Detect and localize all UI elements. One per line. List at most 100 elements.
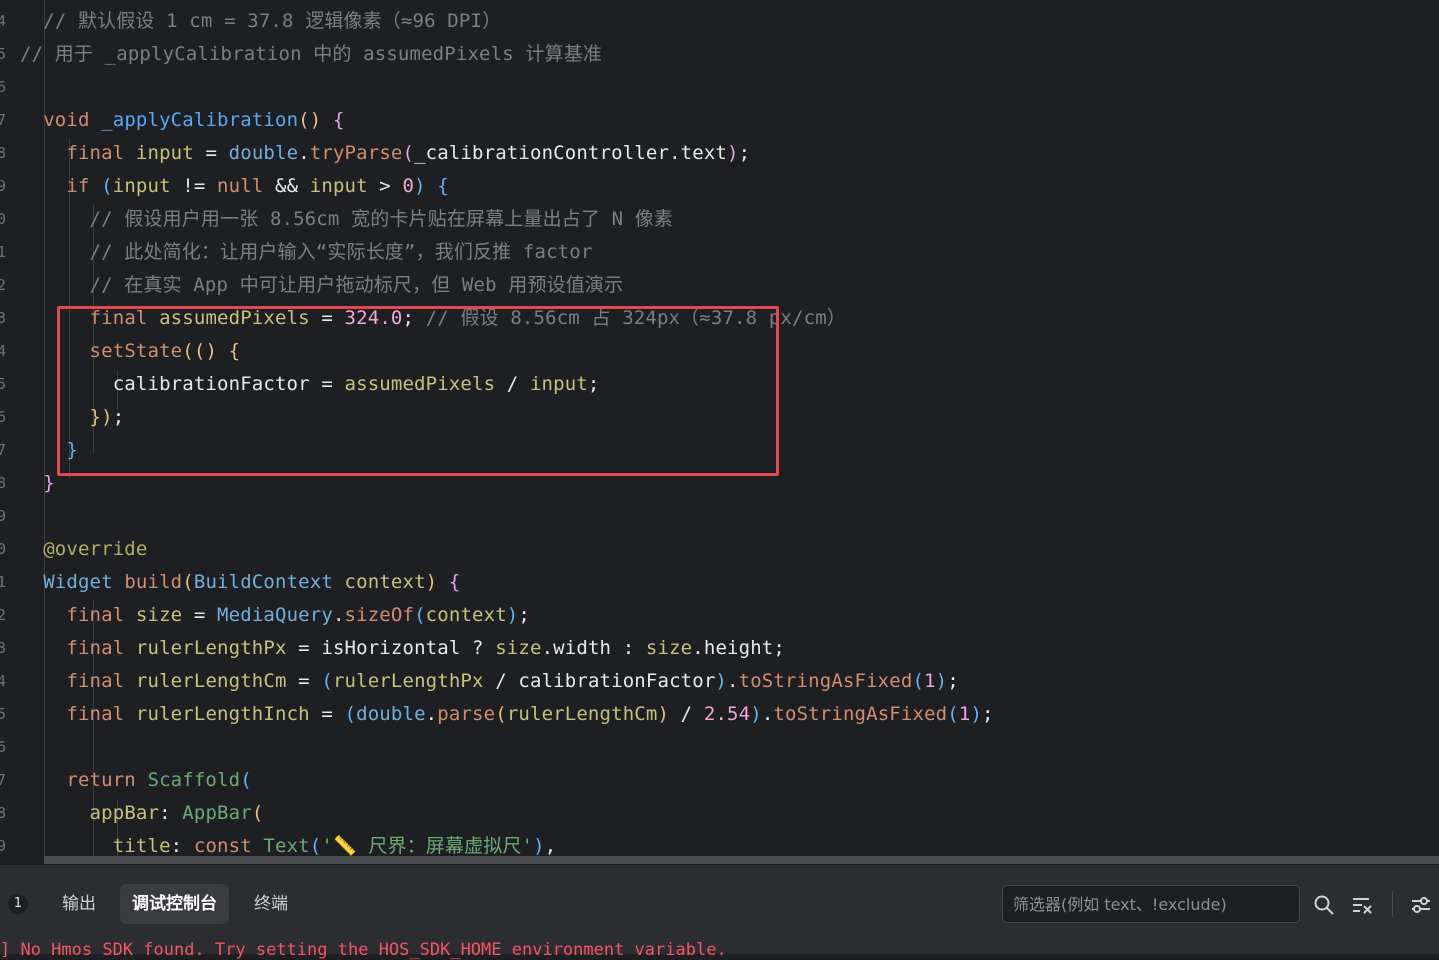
code-token: > <box>367 175 403 197</box>
code-line[interactable]: }); <box>20 401 125 434</box>
tab-output[interactable]: 输出 <box>50 884 108 924</box>
code-line[interactable]: final rulerLengthInch = (double.parse(ru… <box>20 698 994 731</box>
code-token: ; <box>738 142 751 164</box>
code-line[interactable]: title: const Text('📏 尺界：屏幕虚拟尺'), <box>20 830 556 856</box>
line-number: 1 <box>0 573 6 591</box>
code-editor[interactable]: 4 5 6 7 8 9 0 1 2 3 4 5 6 7 8 9 0 1 2 3 4 5 6 7 8 9 // 默认假设 1 cm … <box>0 0 1439 856</box>
code-line[interactable]: void _applyCalibration() { <box>20 104 345 137</box>
problems-count-badge[interactable]: 1 <box>8 894 28 914</box>
code-token: ( <box>309 835 322 856</box>
code-token: build <box>124 571 183 593</box>
code-token: ; <box>402 307 426 329</box>
line-number: 7 <box>0 771 6 789</box>
code-token: rulerLengthCm <box>135 670 287 692</box>
code-token: = <box>309 373 345 395</box>
code-line[interactable]: final input = double.tryParse(_calibrati… <box>20 137 750 170</box>
code-line[interactable]: Widget build(BuildContext context) { <box>20 566 460 599</box>
code-line[interactable]: // 假设用户用一张 8.56cm 宽的卡片贴在屏幕上量出占了 N 像素 <box>20 203 673 236</box>
line-number: 6 <box>0 78 6 96</box>
search-icon[interactable] <box>1313 894 1335 916</box>
code-token: calibrationFactor <box>112 373 310 395</box>
line-number: 8 <box>0 474 6 492</box>
code-token: // 此处简化：让用户输入“实际长度”，我们反推 factor <box>20 241 593 263</box>
code-token: = <box>193 142 229 164</box>
clear-filter-icon[interactable] <box>1351 894 1373 916</box>
code-line[interactable]: // 用于 _applyCalibration 中的 assumedPixels… <box>20 38 602 71</box>
code-token: double <box>228 142 299 164</box>
code-token: } <box>43 472 55 494</box>
code-token: final <box>66 670 136 692</box>
line-number: 0 <box>0 540 6 558</box>
code-token: _calibrationController <box>414 142 670 164</box>
code-token: sizeOf <box>344 604 415 626</box>
code-line[interactable]: if (input != null && input > 0) { <box>20 170 449 203</box>
code-line[interactable]: } <box>20 434 78 467</box>
code-line[interactable]: @override <box>20 533 148 566</box>
code-token: ) <box>750 703 762 725</box>
code-line[interactable]: } <box>20 467 55 500</box>
code-token: text <box>680 142 728 164</box>
code-line[interactable]: final rulerLengthCm = (rulerLengthPx / c… <box>20 665 959 698</box>
code-line[interactable]: setState(() { <box>20 335 241 368</box>
code-token: / <box>483 670 519 692</box>
code-token: ) <box>657 703 670 725</box>
code-token: final <box>66 142 136 164</box>
line-number: 7 <box>0 441 6 459</box>
line-number: 7 <box>0 111 6 129</box>
code-line[interactable]: // 此处简化：让用户输入“实际长度”，我们反推 factor <box>20 236 593 269</box>
code-line[interactable]: final size = MediaQuery.sizeOf(context); <box>20 599 530 632</box>
code-token: final <box>66 703 136 725</box>
code-token: size <box>645 637 693 659</box>
code-line[interactable]: // 在真实 App 中可让用户拖动标尺，但 Web 用预设值演示 <box>20 269 624 302</box>
line-number: 4 <box>0 12 6 30</box>
line-number: 2 <box>0 276 6 294</box>
code-token: = <box>309 307 345 329</box>
code-token: ( <box>251 802 264 824</box>
code-token: ; <box>112 406 125 428</box>
code-line[interactable]: // 默认假设 1 cm = 37.8 逻辑像素（≈96 DPI） <box>20 5 501 38</box>
code-token: : <box>170 835 194 856</box>
filter-input[interactable] <box>1002 885 1300 923</box>
code-token: toStringAsFixed <box>738 670 913 692</box>
code-token: : <box>159 802 183 824</box>
code-token: context <box>425 604 507 626</box>
tab-debug-console[interactable]: 调试控制台 <box>120 884 229 924</box>
tab-terminal[interactable]: 终端 <box>242 884 300 924</box>
code-token: ( <box>402 142 415 164</box>
code-token: && <box>263 175 310 197</box>
horizontal-scrollbar[interactable] <box>44 856 1439 864</box>
code-line[interactable]: appBar: AppBar( <box>20 797 264 830</box>
code-line[interactable]: final rulerLengthPx = isHorizontal ? siz… <box>20 632 785 665</box>
code-token: ; <box>947 670 959 692</box>
code-token: '📏 尺界：屏幕虚拟尺' <box>321 835 534 856</box>
code-token: (() <box>182 340 229 362</box>
code-token: ) <box>970 703 983 725</box>
code-token: rulerLengthInch <box>135 703 310 725</box>
line-number: 9 <box>0 507 6 525</box>
code-line[interactable]: return Scaffold( <box>20 764 252 797</box>
code-token: return <box>66 769 148 791</box>
code-token: { <box>332 109 345 131</box>
code-token: ) <box>506 604 519 626</box>
code-line[interactable]: final assumedPixels = 324.0; // 假设 8.56c… <box>20 302 846 335</box>
code-token: const <box>193 835 264 856</box>
code-token: 0 <box>402 175 415 197</box>
settings-sliders-icon[interactable] <box>1410 894 1432 916</box>
line-number: 0 <box>0 210 6 228</box>
line-number: 6 <box>0 408 6 426</box>
code-token: if <box>66 175 102 197</box>
line-number: 5 <box>0 705 6 723</box>
code-token: ( <box>321 670 333 692</box>
code-token: . <box>332 604 345 626</box>
code-token: . <box>727 670 739 692</box>
line-number: 8 <box>0 144 6 162</box>
code-line[interactable]: calibrationFactor = assumedPixels / inpu… <box>20 368 600 401</box>
code-token: void <box>43 109 102 131</box>
code-token: ) <box>414 175 438 197</box>
